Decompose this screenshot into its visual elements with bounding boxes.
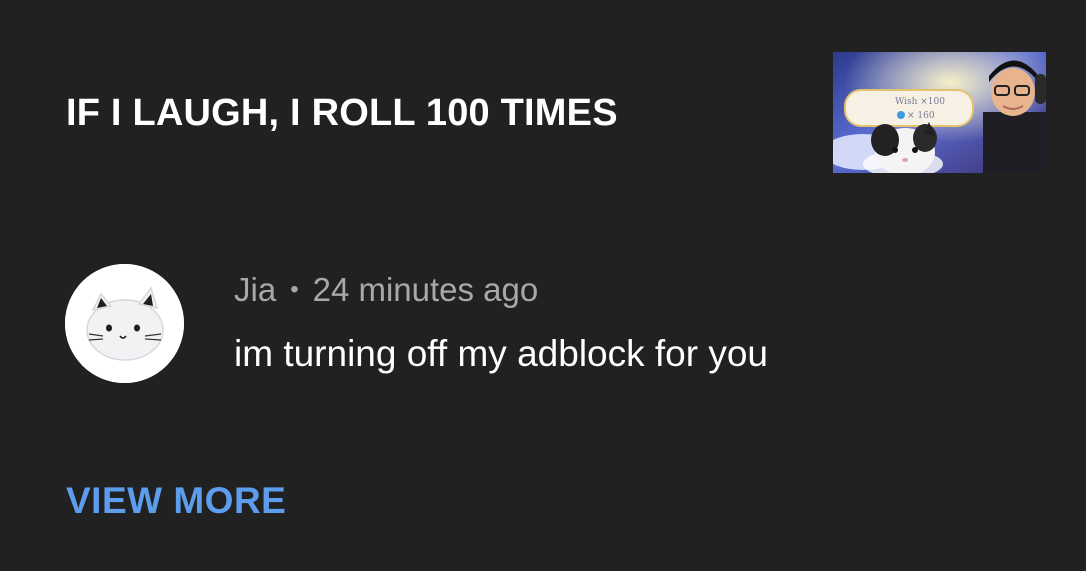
- commenter-avatar[interactable]: [65, 264, 184, 383]
- thumbnail-banner-count: × 160: [907, 111, 935, 121]
- comment-notification-card: IF I LAUGH, I ROLL 100 TIMES Wish ×100 ×…: [0, 0, 1086, 571]
- meta-separator: •: [290, 276, 299, 303]
- thumbnail-image: Wish ×100 × 160: [833, 52, 1046, 173]
- comment-meta: Jia • 24 minutes ago: [234, 271, 538, 309]
- white-cat-avatar-icon: [65, 264, 184, 383]
- comment-timestamp: 24 minutes ago: [312, 271, 539, 308]
- video-title[interactable]: IF I LAUGH, I ROLL 100 TIMES: [66, 92, 618, 135]
- comment-author[interactable]: Jia: [234, 271, 276, 308]
- thumbnail-banner-text: Wish ×100: [895, 97, 945, 107]
- video-thumbnail[interactable]: Wish ×100 × 160: [833, 52, 1046, 173]
- view-more-button[interactable]: VIEW MORE: [66, 480, 286, 522]
- comment-text: im turning off my adblock for you: [234, 333, 769, 374]
